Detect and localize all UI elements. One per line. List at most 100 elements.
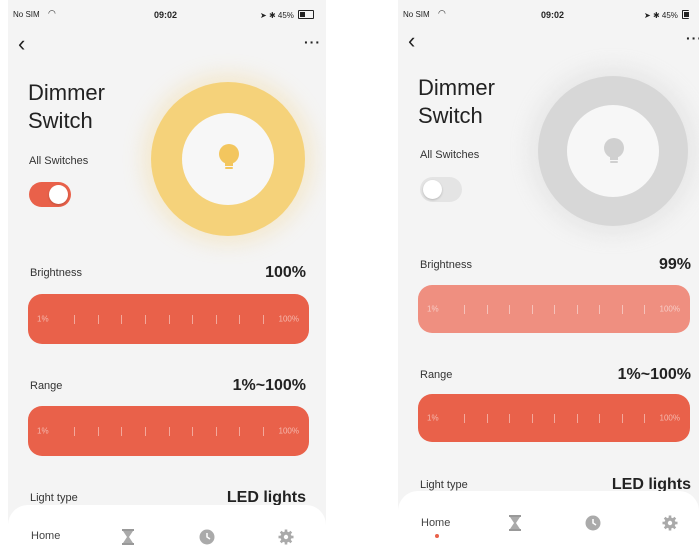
slider-tick <box>486 414 488 423</box>
bluetooth-icon: ✱ <box>268 11 276 20</box>
active-indicator <box>435 534 439 538</box>
slider-tick <box>121 427 123 436</box>
bluetooth-icon: ✱ <box>652 11 660 20</box>
light-type-label: Light type <box>30 492 78 504</box>
slider-max-label: 100% <box>659 413 680 423</box>
back-button[interactable]: ‹ <box>408 30 415 52</box>
range-slider[interactable]: 1% 100% <box>28 406 309 456</box>
slider-tick <box>263 315 264 324</box>
slider-min-label: 1% <box>427 304 439 314</box>
gear-icon[interactable] <box>278 529 294 545</box>
back-button[interactable]: ‹ <box>18 33 25 55</box>
range-slider[interactable]: 1% 100% <box>418 394 690 442</box>
all-switches-toggle[interactable] <box>29 182 71 207</box>
slider-tick <box>192 315 194 324</box>
clock-time: 09:02 <box>541 10 565 20</box>
slider-tick <box>576 305 578 314</box>
bottom-nav: Home <box>8 505 326 549</box>
slider-max-label: 100% <box>278 314 299 324</box>
slider-tick <box>74 315 75 324</box>
slider-tick <box>599 414 600 423</box>
slider-tick <box>644 305 645 314</box>
toggle-knob <box>423 180 442 199</box>
slider-tick <box>599 305 600 314</box>
range-label: Range <box>30 380 63 392</box>
light-bulb-icon <box>219 144 239 169</box>
slider-tick <box>215 315 217 324</box>
status-bar: No SIM ◠ 09:02 ➤ ✱ 45% <box>8 8 326 24</box>
gear-icon[interactable] <box>662 515 678 531</box>
more-icon: ··· <box>304 34 321 50</box>
clock-icon[interactable] <box>585 515 601 531</box>
hourglass-icon[interactable] <box>508 515 522 531</box>
slider-tick <box>168 315 170 324</box>
slider-tick <box>263 427 264 436</box>
clock-time: 09:02 <box>154 10 178 20</box>
battery-percent: 45% <box>661 11 678 20</box>
slider-tick <box>215 427 217 436</box>
nav-home[interactable]: Home <box>31 530 60 542</box>
page-title: Dimmer Switch <box>28 80 105 133</box>
brightness-value: 100% <box>265 264 306 281</box>
all-switches-toggle[interactable] <box>420 177 462 202</box>
slider-tick <box>74 427 75 436</box>
brightness-slider[interactable]: 1% 100% <box>418 285 690 333</box>
slider-tick <box>144 427 146 436</box>
range-value: 1%~100% <box>232 377 306 394</box>
phone-screen-on: No SIM ◠ 09:02 ➤ ✱ 45% ‹ ··· Dimmer Swit… <box>8 0 326 549</box>
range-value: 1%~100% <box>617 366 691 383</box>
slider-tick <box>97 315 99 324</box>
toggle-knob <box>49 185 68 204</box>
carrier-label: No SIM <box>13 10 40 19</box>
slider-tick <box>531 305 533 314</box>
range-label: Range <box>420 369 453 381</box>
light-bulb-icon <box>604 138 624 163</box>
brightness-label: Brightness <box>420 259 472 271</box>
more-icon: ··· <box>686 30 699 46</box>
slider-tick <box>554 305 555 314</box>
slider-tick <box>509 305 510 314</box>
bottom-nav: Home <box>398 491 699 549</box>
slider-tick <box>509 414 510 423</box>
slider-tick <box>644 414 645 423</box>
phone-screen-off: No SIM ◠ 09:02 ➤ ✱ 45% ‹ ··· Dimmer Swit… <box>398 0 699 549</box>
slider-tick <box>121 315 123 324</box>
brightness-value: 99% <box>658 256 691 273</box>
slider-tick <box>531 414 533 423</box>
wifi-icon: ◠ <box>438 8 446 18</box>
slider-max-label: 100% <box>278 426 299 436</box>
slider-tick <box>239 427 241 436</box>
slider-tick <box>486 305 488 314</box>
slider-tick <box>192 427 194 436</box>
chevron-left-icon: ‹ <box>18 31 26 56</box>
brightness-slider[interactable]: 1% 100% <box>28 294 309 344</box>
wifi-icon: ◠ <box>48 8 56 18</box>
battery-icon <box>682 10 690 19</box>
carrier-label: No SIM <box>403 10 430 19</box>
slider-tick <box>97 427 99 436</box>
status-bar: No SIM ◠ 09:02 ➤ ✱ 45% <box>398 8 699 24</box>
battery-icon <box>298 10 315 19</box>
nav-home[interactable]: Home <box>421 517 450 529</box>
clock-icon[interactable] <box>199 529 215 545</box>
brightness-label: Brightness <box>30 267 82 279</box>
hourglass-icon[interactable] <box>121 529 135 545</box>
slider-min-label: 1% <box>427 413 439 423</box>
light-type-label: Light type <box>420 479 468 491</box>
location-icon: ➤ <box>644 11 651 20</box>
slider-max-label: 100% <box>659 304 680 314</box>
all-switches-label: All Switches <box>420 149 480 161</box>
page-title: Dimmer Switch <box>418 75 495 128</box>
chevron-left-icon: ‹ <box>408 28 416 53</box>
slider-tick <box>464 414 465 423</box>
slider-min-label: 1% <box>37 314 49 324</box>
slider-min-label: 1% <box>37 426 49 436</box>
more-button[interactable]: ··· <box>686 30 699 46</box>
slider-tick <box>554 414 555 423</box>
slider-tick <box>621 305 623 314</box>
slider-tick <box>144 315 146 324</box>
all-switches-label: All Switches <box>29 155 89 167</box>
more-button[interactable]: ··· <box>304 34 321 50</box>
location-icon: ➤ <box>260 11 267 20</box>
slider-tick <box>621 414 623 423</box>
